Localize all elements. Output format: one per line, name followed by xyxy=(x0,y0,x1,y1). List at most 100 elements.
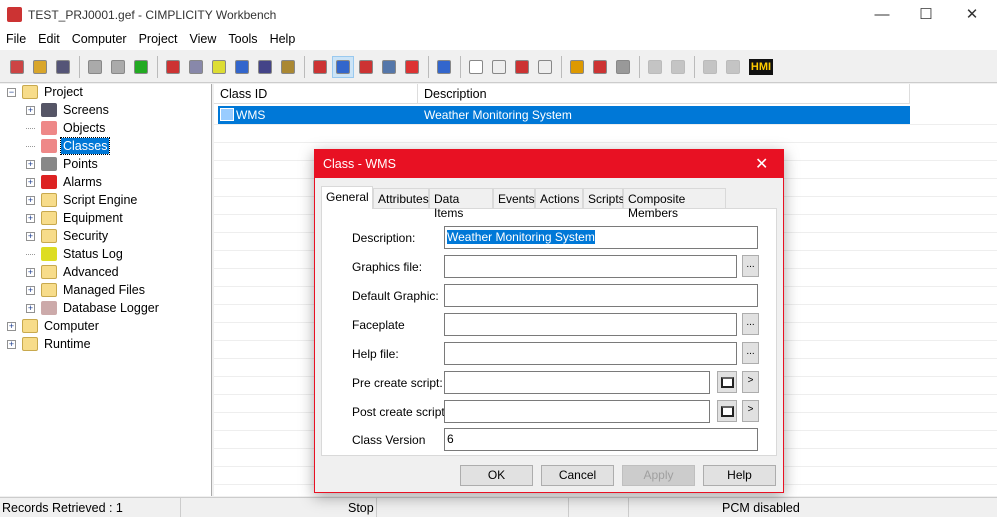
disabled-2-button[interactable] xyxy=(667,56,689,78)
expand-icon[interactable]: + xyxy=(26,267,35,277)
tree-item-points[interactable]: + Points xyxy=(26,155,100,173)
tree-item-equipment[interactable]: + Equipment xyxy=(26,209,125,227)
tab-scripts[interactable]: Scripts xyxy=(583,188,625,208)
column-header-description[interactable]: Description xyxy=(418,84,910,104)
tree-item-advanced[interactable]: + Advanced xyxy=(26,263,121,281)
tab-events[interactable]: Events xyxy=(493,188,535,208)
workstation-button[interactable] xyxy=(254,56,276,78)
graphics-file-browse-button[interactable]: ... xyxy=(742,255,759,277)
download-button[interactable] xyxy=(162,56,184,78)
table-row[interactable]: WMS Weather Monitoring System xyxy=(218,106,910,124)
ok-button[interactable]: OK xyxy=(460,465,533,486)
tree-item-managed-files[interactable]: + Managed Files xyxy=(26,281,147,299)
properties-button[interactable] xyxy=(401,56,423,78)
default-graphic-field[interactable] xyxy=(444,284,758,307)
expand-icon[interactable]: + xyxy=(26,105,35,115)
tree-item-classes[interactable]: Classes xyxy=(26,137,111,155)
tree-item-objects[interactable]: Objects xyxy=(26,119,107,137)
hmi-button[interactable]: HMI xyxy=(745,56,777,78)
tab-general[interactable]: General xyxy=(321,186,373,209)
faceplate-browse-button[interactable]: ... xyxy=(742,313,759,335)
menu-computer[interactable]: Computer xyxy=(66,30,133,50)
expand-icon[interactable]: + xyxy=(7,321,16,331)
column-header-class-id[interactable]: Class ID xyxy=(214,84,418,104)
class-version-field[interactable]: 6 xyxy=(444,428,758,451)
faceplate-field[interactable] xyxy=(444,313,737,336)
disabled-4-button[interactable] xyxy=(722,56,744,78)
post-create-script-field[interactable] xyxy=(444,400,710,423)
tree-item-screens[interactable]: + Screens xyxy=(26,101,111,119)
new-project-button[interactable] xyxy=(6,56,28,78)
expand-icon[interactable]: + xyxy=(26,177,35,187)
menu-file[interactable]: File xyxy=(0,30,32,50)
list-button[interactable] xyxy=(378,56,400,78)
apply-button[interactable]: Apply xyxy=(622,465,695,486)
post-create-script-arrow-button[interactable]: > xyxy=(742,400,759,422)
expand-icon[interactable]: + xyxy=(7,339,16,349)
status-log-button[interactable] xyxy=(208,56,230,78)
post-create-script-editor-button[interactable] xyxy=(717,400,737,422)
menu-project[interactable]: Project xyxy=(133,30,184,50)
help-file-browse-button[interactable]: ... xyxy=(742,342,759,364)
screen-button[interactable] xyxy=(231,56,253,78)
run-button[interactable] xyxy=(130,56,152,78)
tab-actions[interactable]: Actions xyxy=(535,188,583,208)
pre-create-script-editor-button[interactable] xyxy=(717,371,737,393)
details-view-button[interactable] xyxy=(332,55,354,78)
collapse-icon[interactable]: − xyxy=(7,87,16,97)
maximize-button[interactable]: ☐ xyxy=(903,0,949,30)
tree-item-runtime[interactable]: + Runtime xyxy=(7,335,93,353)
graphics-file-field[interactable] xyxy=(444,255,737,278)
new-button[interactable] xyxy=(465,56,487,78)
menu-tools[interactable]: Tools xyxy=(222,30,263,50)
expand-icon[interactable]: + xyxy=(26,303,35,313)
open-button[interactable] xyxy=(29,56,51,78)
delete-button[interactable] xyxy=(511,56,533,78)
help-button[interactable]: Help xyxy=(703,465,776,486)
tree-item-database-logger[interactable]: + Database Logger xyxy=(26,299,161,317)
expand-icon[interactable]: + xyxy=(26,195,35,205)
open-folder-button[interactable] xyxy=(566,56,588,78)
expand-icon[interactable]: + xyxy=(26,213,35,223)
expand-icon[interactable]: + xyxy=(26,285,35,295)
description-field[interactable]: Weather Monitoring System xyxy=(444,226,758,249)
tree-item-script-engine[interactable]: + Script Engine xyxy=(26,191,139,209)
stop-button[interactable] xyxy=(107,56,129,78)
tab-composite-members[interactable]: Composite Members xyxy=(623,188,726,220)
tab-attributes[interactable]: Attributes xyxy=(373,188,429,208)
stop-hand-button[interactable] xyxy=(84,56,106,78)
tree-item-alarms[interactable]: + Alarms xyxy=(26,173,104,191)
duplicate-button[interactable] xyxy=(534,56,556,78)
tab-data-items[interactable]: Data Items xyxy=(429,188,493,220)
help-file-field[interactable] xyxy=(444,342,737,365)
menu-view[interactable]: View xyxy=(184,30,223,50)
tree-button[interactable] xyxy=(355,56,377,78)
help-button[interactable] xyxy=(433,56,455,78)
expand-icon[interactable]: + xyxy=(26,159,35,169)
disabled-3-button[interactable] xyxy=(699,56,721,78)
small-buttons-icon[interactable] xyxy=(309,56,331,78)
disabled-1-button[interactable] xyxy=(644,56,666,78)
tree-item-status-log[interactable]: Status Log xyxy=(26,245,125,263)
copy-button[interactable] xyxy=(488,56,510,78)
tree-item-project[interactable]: − Project xyxy=(7,83,85,101)
menu-help[interactable]: Help xyxy=(264,30,302,50)
export-button[interactable] xyxy=(589,56,611,78)
folder-icon xyxy=(22,85,38,99)
tree-item-security[interactable]: + Security xyxy=(26,227,110,245)
menu-edit[interactable]: Edit xyxy=(32,30,66,50)
close-button[interactable]: ✕ xyxy=(949,0,995,30)
project-tree[interactable]: − Project + Screens Objects Classes + Points + Al… xyxy=(0,84,212,496)
minimize-button[interactable]: — xyxy=(859,0,905,30)
cancel-button[interactable]: Cancel xyxy=(541,465,614,486)
wizard-button[interactable] xyxy=(277,56,299,78)
find-button[interactable] xyxy=(185,56,207,78)
tree-item-computer[interactable]: + Computer xyxy=(7,317,101,335)
status-bar: Records Retrieved : 1 Stop PCM disabled xyxy=(0,497,997,517)
forward-button[interactable] xyxy=(612,56,634,78)
print-button[interactable] xyxy=(52,56,74,78)
pre-create-script-field[interactable] xyxy=(444,371,710,394)
pre-create-script-arrow-button[interactable]: > xyxy=(742,371,759,393)
dialog-close-button[interactable]: ✕ xyxy=(755,154,768,174)
expand-icon[interactable]: + xyxy=(26,231,35,241)
